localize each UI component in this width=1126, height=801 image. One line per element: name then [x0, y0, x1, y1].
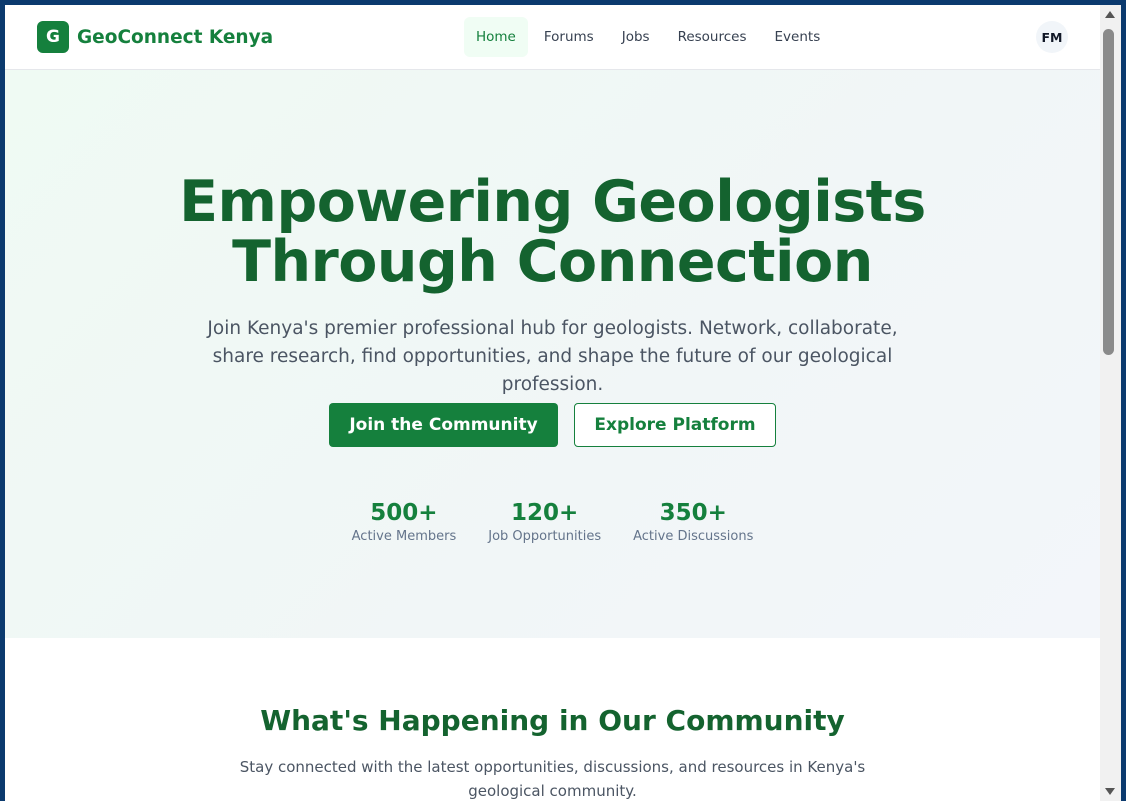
scroll-down-icon[interactable]: [1105, 788, 1115, 795]
nav-item-resources[interactable]: Resources: [666, 17, 759, 57]
join-community-button[interactable]: Join the Community: [329, 403, 558, 447]
hero-section: Empowering Geologists Through Connection…: [5, 70, 1100, 638]
hero-actions: Join the Community Explore Platform: [5, 403, 1100, 447]
community-title: What's Happening in Our Community: [260, 704, 845, 737]
logo-icon: G: [37, 21, 69, 53]
nav-item-jobs[interactable]: Jobs: [610, 17, 662, 57]
user-avatar[interactable]: FM: [1036, 21, 1068, 53]
stat-members: 500+ Active Members: [352, 498, 457, 546]
scroll-thumb[interactable]: [1103, 29, 1114, 355]
stat-jobs: 120+ Job Opportunities: [488, 498, 601, 546]
browser-window: G GeoConnect Kenya Home Forums Jobs Reso…: [5, 5, 1121, 801]
stat-value: 120+: [511, 500, 579, 526]
brand[interactable]: G GeoConnect Kenya: [37, 21, 273, 53]
hero-title: Empowering Geologists Through Connection: [5, 172, 1100, 292]
hero-stats: 500+ Active Members 120+ Job Opportuniti…: [5, 498, 1100, 546]
brand-name: GeoConnect Kenya: [77, 26, 274, 48]
hero-subtitle: Join Kenya's premier professional hub fo…: [207, 318, 898, 395]
nav-item-events[interactable]: Events: [763, 17, 833, 57]
page-content: G GeoConnect Kenya Home Forums Jobs Reso…: [5, 5, 1100, 801]
site-header: G GeoConnect Kenya Home Forums Jobs Reso…: [5, 5, 1100, 70]
vertical-scrollbar[interactable]: [1100, 5, 1121, 801]
stat-value: 350+: [659, 500, 727, 526]
stat-discussions: 350+ Active Discussions: [633, 498, 753, 546]
stat-label: Job Opportunities: [488, 529, 602, 544]
hero-title-line2: Through Connection: [232, 229, 873, 295]
stat-label: Active Members: [351, 529, 457, 544]
main-nav: Home Forums Jobs Resources Events: [464, 17, 836, 57]
nav-item-forums[interactable]: Forums: [532, 17, 606, 57]
scroll-up-icon[interactable]: [1105, 11, 1115, 18]
stat-value: 500+: [370, 500, 438, 526]
stat-label: Active Discussions: [633, 529, 754, 544]
community-subtitle: Stay connected with the latest opportuni…: [239, 758, 866, 800]
nav-item-home[interactable]: Home: [464, 17, 528, 57]
hero-title-line1: Empowering Geologists: [179, 169, 926, 235]
explore-platform-button[interactable]: Explore Platform: [574, 403, 776, 447]
